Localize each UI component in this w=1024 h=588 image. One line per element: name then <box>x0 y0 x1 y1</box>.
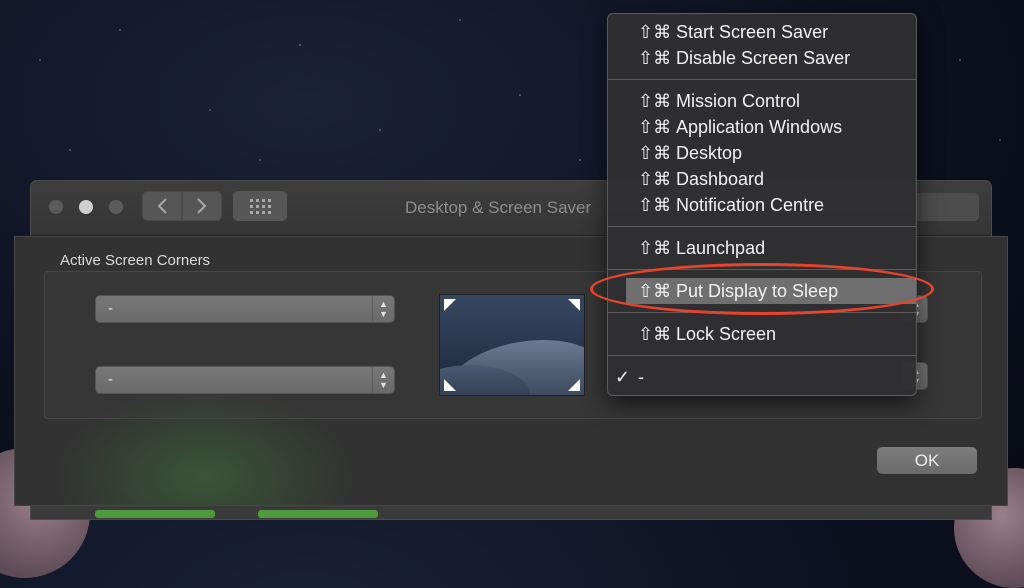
shift-command-icon: ⇧⌘ <box>638 238 672 258</box>
up-down-chevron-icon: ▲▼ <box>372 296 394 322</box>
menu-item-application-windows[interactable]: ⇧⌘ Application Windows <box>608 114 916 140</box>
dock-item <box>258 510 378 518</box>
corner-action-menu: ⇧⌘ Start Screen Saver ⇧⌘ Disable Screen … <box>607 13 917 396</box>
close-window-button[interactable] <box>49 200 63 214</box>
menu-item-start-screen-saver[interactable]: ⇧⌘ Start Screen Saver <box>608 19 916 45</box>
shift-command-icon: ⇧⌘ <box>638 195 672 215</box>
menu-item-label: Disable Screen Saver <box>676 48 851 68</box>
menu-item-lock-screen[interactable]: ⇧⌘ Lock Screen <box>608 321 916 347</box>
menu-separator <box>608 269 916 270</box>
top-left-corner-popup[interactable]: - ▲ ▼ <box>95 295 395 323</box>
menu-item-mission-control[interactable]: ⇧⌘ Mission Control <box>608 88 916 114</box>
zoom-window-button[interactable] <box>109 200 123 214</box>
menu-item-label: Start Screen Saver <box>676 22 829 42</box>
menu-item-desktop[interactable]: ⇧⌘ Desktop <box>608 140 916 166</box>
menu-item-label: Dashboard <box>676 169 765 189</box>
menu-item-dashboard[interactable]: ⇧⌘ Dashboard <box>608 166 916 192</box>
corner-marker-icon <box>568 379 580 391</box>
popup-value: - <box>108 371 113 388</box>
window-title: Desktop & Screen Saver <box>405 198 592 217</box>
desktop-preview-thumbnail <box>439 294 585 396</box>
menu-item-put-display-to-sleep[interactable]: ⇧⌘ Put Display to Sleep <box>626 278 916 304</box>
shift-command-icon: ⇧⌘ <box>638 324 672 344</box>
shift-command-icon: ⇧⌘ <box>638 48 672 68</box>
show-all-grid-button[interactable] <box>233 191 287 221</box>
shift-command-icon: ⇧⌘ <box>638 281 672 301</box>
menu-item-label: Put Display to Sleep <box>676 281 839 301</box>
bottom-left-corner-popup[interactable]: - ▲ ▼ <box>95 366 395 394</box>
menu-separator <box>608 355 916 356</box>
menu-item-launchpad[interactable]: ⇧⌘ Launchpad <box>608 235 916 261</box>
corner-marker-icon <box>444 379 456 391</box>
search-field[interactable] <box>911 193 979 221</box>
sheet-title: Active Screen Corners <box>60 252 211 269</box>
menu-item-disable-screen-saver[interactable]: ⇧⌘ Disable Screen Saver <box>608 45 916 71</box>
dock-item <box>95 510 215 518</box>
corner-marker-icon <box>444 299 456 311</box>
menu-item-label: Application Windows <box>676 117 843 137</box>
menu-item-label: - <box>638 367 644 387</box>
menu-separator <box>608 79 916 80</box>
up-down-chevron-icon: ▲▼ <box>372 367 394 393</box>
forward-button[interactable] <box>182 191 222 221</box>
chevron-left-icon <box>157 198 167 214</box>
menu-item-label: Desktop <box>676 143 743 163</box>
popup-value: - <box>108 300 113 317</box>
menu-item-notification-centre[interactable]: ⇧⌘ Notification Centre <box>608 192 916 218</box>
ok-button[interactable]: OK <box>877 447 977 474</box>
shift-command-icon: ⇧⌘ <box>638 22 672 42</box>
menu-item-label: Launchpad <box>676 238 766 258</box>
menu-item-label: Lock Screen <box>676 324 777 344</box>
shift-command-icon: ⇧⌘ <box>638 169 672 189</box>
menu-item-label: Notification Centre <box>676 195 825 215</box>
minimize-window-button[interactable] <box>79 200 93 214</box>
shift-command-icon: ⇧⌘ <box>638 91 672 111</box>
shift-command-icon: ⇧⌘ <box>638 143 672 163</box>
navigation-buttons <box>142 191 222 221</box>
corner-marker-icon <box>568 299 580 311</box>
menu-item-none[interactable]: ✓ - <box>608 364 916 390</box>
menu-separator <box>608 312 916 313</box>
chevron-right-icon <box>197 198 207 214</box>
shift-command-icon: ⇧⌘ <box>638 117 672 137</box>
menu-item-label: Mission Control <box>676 91 801 111</box>
back-button[interactable] <box>142 191 182 221</box>
checkmark-icon: ✓ <box>615 367 631 387</box>
menu-separator <box>608 226 916 227</box>
